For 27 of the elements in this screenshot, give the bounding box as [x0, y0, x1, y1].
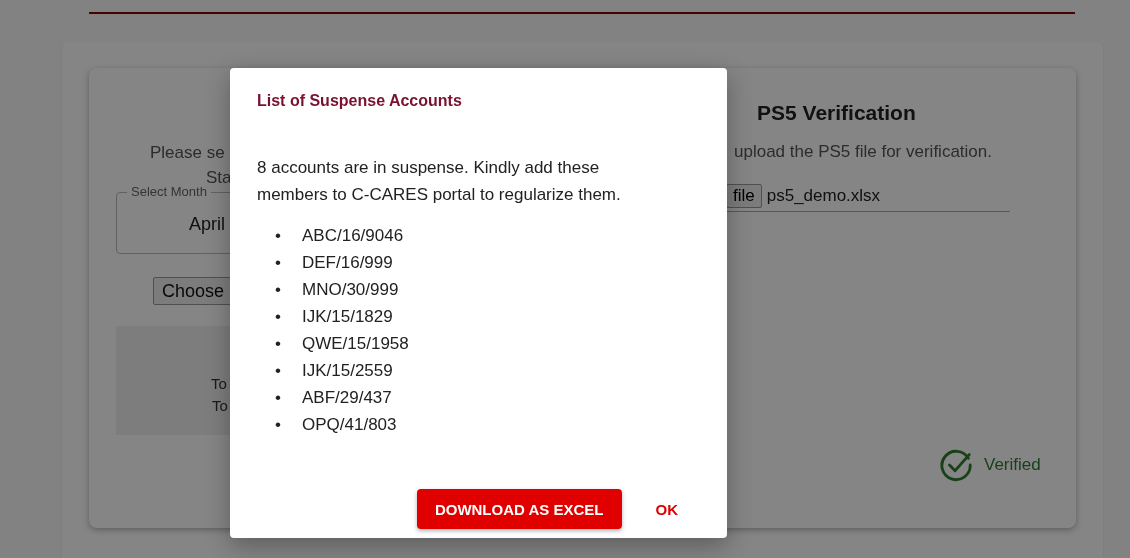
bullet-text: • [275, 279, 282, 301]
download-excel-button[interactable]: DOWNLOAD AS EXCEL [416, 489, 622, 529]
bullet-text: • [275, 387, 282, 409]
account-item: MNO/30/999 [302, 279, 399, 301]
account-item: OPQ/41/803 [302, 414, 397, 436]
status-text: Verified [984, 455, 1041, 475]
file-name: ps5_demo.xlsx [766, 186, 881, 206]
summary-text: To [211, 375, 227, 392]
choose-file-button[interactable]: file [726, 184, 762, 208]
bullet-text: • [275, 414, 282, 436]
summary-text: To [212, 397, 228, 414]
account-item: QWE/15/1958 [302, 333, 409, 355]
section-title: PS5 Verification [757, 101, 917, 125]
bullet-text: • [275, 333, 282, 355]
dialog-title: List of Suspense Accounts [257, 92, 463, 110]
account-item: IJK/15/1829 [302, 306, 393, 328]
instruction-text: Please se [150, 143, 226, 163]
bullet-text: • [275, 360, 282, 382]
bullet-text: • [275, 252, 282, 274]
account-item: DEF/16/999 [302, 252, 393, 274]
bullet-text: • [275, 306, 282, 328]
bullet-text: • [275, 225, 282, 247]
instruction-text: upload the PS5 file for verification. [734, 142, 993, 162]
ok-button[interactable]: OK [643, 492, 690, 526]
account-item: ABF/29/437 [302, 387, 392, 409]
account-item: IJK/15/2559 [302, 360, 393, 382]
account-item: ABC/16/9046 [302, 225, 404, 247]
